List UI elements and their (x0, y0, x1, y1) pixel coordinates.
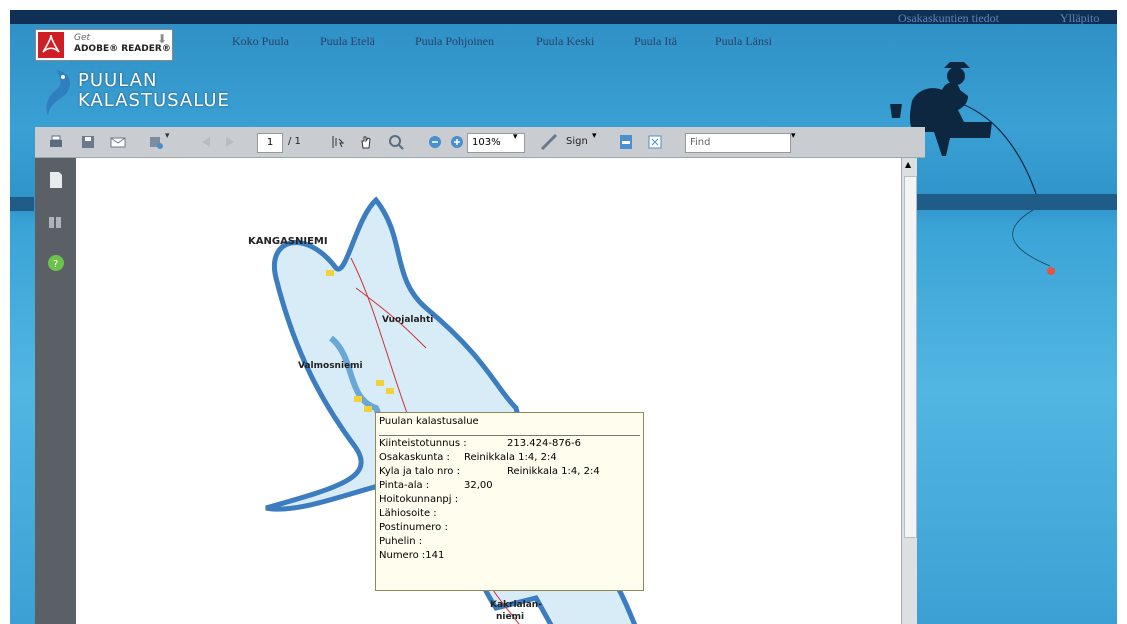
attachments-icon[interactable] (47, 214, 65, 232)
top-bar: Osakaskuntien tiedot Ylläpito (10, 10, 1117, 26)
popup-label-lahiosoite: Lähiosoite : (379, 508, 437, 519)
full-screen-icon[interactable] (647, 134, 663, 150)
shoreline-right (916, 194, 1117, 210)
popup-label-kiinteistotunnus: Kiinteistotunnus : (379, 438, 467, 449)
popup-label-pinta-ala: Pinta-ala : (379, 480, 430, 491)
next-page-icon[interactable] (222, 134, 238, 150)
zoom-in-icon[interactable] (449, 134, 465, 150)
pages-icon[interactable] (48, 170, 64, 190)
fit-width-icon[interactable] (618, 134, 634, 150)
nav-puula-ita[interactable]: Puula Itä (634, 34, 677, 49)
sign-button[interactable]: Sign (566, 133, 588, 151)
help-icon[interactable]: ? (47, 254, 65, 272)
nav-puula-pohjoinen[interactable]: Puula Pohjoinen (415, 34, 494, 49)
map-label-valmosniemi: Valmosniemi (298, 361, 363, 371)
nav-koko-puula[interactable]: Koko Puula (232, 34, 289, 49)
find-input[interactable]: Find (685, 133, 791, 153)
parcel-info-popup: Puulan kalastusalue Kiinteistotunnus : 2… (375, 412, 644, 591)
link-osakaskuntien-tiedot[interactable]: Osakaskuntien tiedot (898, 11, 999, 26)
popup-divider (379, 435, 640, 436)
previous-page-icon[interactable] (198, 134, 214, 150)
link-yllapito[interactable]: Ylläpito (1060, 11, 1099, 26)
scroll-thumb[interactable] (904, 176, 917, 538)
popup-label-kyla: Kyla ja talo nro : (379, 466, 460, 477)
adobe-get-text: Get (74, 33, 91, 43)
popup-label-puhelin: Puhelin : (379, 536, 423, 547)
popup-label-postinumero: Postinumero : (379, 522, 448, 533)
nav-puula-keski[interactable]: Puula Keski (536, 34, 594, 49)
find-dropdown-icon[interactable]: ▾ (791, 131, 796, 149)
sign-dropdown-icon[interactable]: ▾ (592, 131, 597, 149)
hand-tool-icon[interactable] (358, 134, 374, 150)
collaborate-icon[interactable] (148, 134, 164, 150)
popup-label-hoitokunnanpj: Hoitokunnanpj : (379, 494, 459, 505)
nav-puula-etela[interactable]: Puula Etelä (320, 34, 375, 49)
print-icon[interactable] (48, 134, 64, 150)
zoom-dropdown-icon[interactable]: ▾ (513, 132, 518, 150)
select-tool-icon[interactable] (330, 134, 346, 150)
svg-text:?: ? (53, 259, 58, 270)
collaborate-dropdown-icon[interactable]: ▾ (165, 131, 170, 149)
shoreline-left (10, 197, 34, 211)
pdf-toolbar: ▾ 1 / 1 103% ▾ Sign ▾ Find ▾ (35, 127, 925, 158)
map-label-niemi: niemi (496, 612, 525, 622)
popup-value-pinta-ala: 32,00 (464, 480, 493, 491)
popup-title: Puulan kalastusalue (379, 416, 479, 427)
email-icon[interactable] (110, 134, 126, 150)
get-adobe-reader-badge[interactable]: Get ADOBE® READER® ⬇ (35, 29, 173, 61)
fish-logo-icon (46, 70, 71, 116)
download-arrow-icon: ⬇ (157, 32, 168, 46)
pdf-vertical-scrollbar[interactable]: ▲ (901, 158, 917, 624)
logo-text-line1: PUULAN (78, 70, 158, 91)
popup-value-osakaskunta: Reinikkala 1:4, 2:4 (464, 452, 557, 463)
popup-value-kyla: Reinikkala 1:4, 2:4 (507, 466, 600, 477)
save-icon[interactable] (80, 134, 96, 150)
page-number-input[interactable]: 1 (257, 133, 283, 153)
page-total: / 1 (288, 136, 301, 147)
nav-puula-lansi[interactable]: Puula Länsi (715, 34, 772, 49)
sign-pen-icon[interactable] (540, 134, 562, 150)
scroll-up-icon[interactable]: ▲ (905, 160, 911, 169)
adobe-logo-icon (38, 32, 64, 58)
pdf-navigation-pane: ? (35, 158, 76, 624)
map-label-kakrlalan: Kakrlalan- (490, 600, 542, 610)
zoom-out-icon[interactable] (427, 134, 443, 150)
logo-text-line2: KALASTUSALUE (78, 90, 230, 111)
browser-viewport: Osakaskuntien tiedot Ylläpito Get ADOBE®… (10, 10, 1117, 624)
popup-label-osakaskunta: Osakaskunta : (379, 452, 450, 463)
popup-value-kiinteistotunnus: 213.424-876-6 (507, 438, 582, 449)
map-label-kangasniemi: KANGASNIEMI (248, 236, 328, 247)
map-label-vuojalahti: Vuojalahti (382, 315, 434, 325)
popup-label-numero: Numero :141 (379, 550, 445, 561)
marquee-zoom-icon[interactable] (388, 134, 404, 150)
